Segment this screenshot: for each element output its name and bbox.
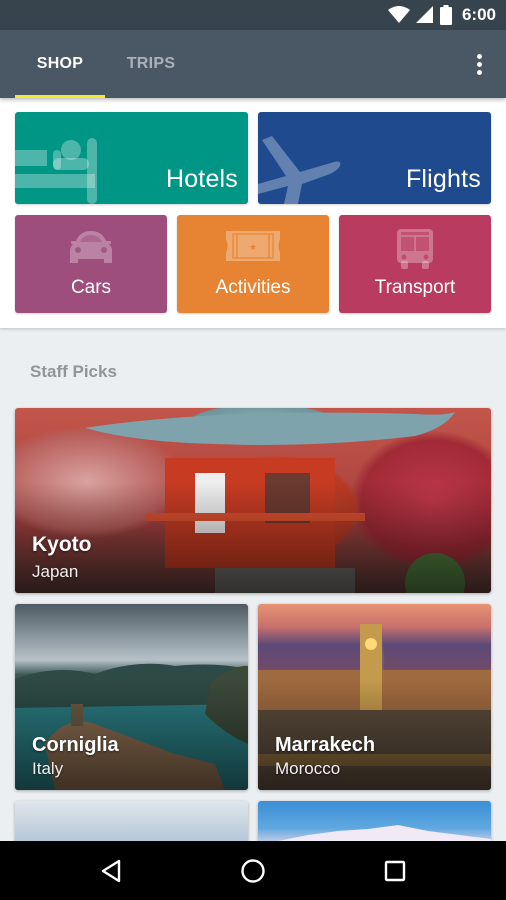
bus-icon: [397, 229, 433, 269]
ticket-icon: ★: [226, 231, 280, 261]
destination-card-corniglia[interactable]: Corniglia Italy: [15, 604, 248, 790]
card-country: Italy: [32, 759, 64, 778]
destination-card-marrakech[interactable]: Marrakech Morocco: [258, 604, 491, 790]
back-button[interactable]: [81, 851, 141, 891]
battery-icon: [439, 5, 452, 25]
bed-icon: [15, 138, 97, 204]
tab-indicator: [15, 95, 105, 98]
airplane-icon: [258, 136, 341, 204]
car-icon: [70, 231, 112, 263]
tab-trips-label: TRIPS: [126, 55, 176, 72]
tab-shop-label: SHOP: [36, 55, 84, 72]
tab-trips[interactable]: TRIPS: [105, 30, 197, 98]
card-country: Japan: [32, 562, 79, 581]
cars-label: Cars: [70, 277, 112, 298]
status-bar: 6:00: [0, 0, 506, 30]
shop-panel: Hotels Flights Cars ★ Activities Transpo…: [0, 98, 506, 328]
svg-text:★: ★: [249, 243, 257, 253]
activities-tile[interactable]: ★ Activities: [177, 215, 329, 313]
card-country: Morocco: [275, 759, 341, 778]
home-icon: [241, 859, 265, 883]
activities-label: Activities: [215, 277, 291, 298]
recents-icon: [384, 860, 406, 882]
flights-label: Flights: [405, 165, 481, 193]
flights-tile[interactable]: Flights: [258, 112, 491, 204]
transport-tile[interactable]: Transport: [339, 215, 491, 313]
more-vert-icon[interactable]: [466, 50, 492, 78]
hotels-label: Hotels: [165, 165, 238, 193]
transport-label: Transport: [374, 277, 456, 298]
card-city: Corniglia: [32, 734, 119, 756]
navigation-bar: [0, 841, 506, 900]
status-icons: 6:00: [387, 5, 496, 25]
staff-picks-title: Staff Picks: [30, 362, 117, 381]
recents-button[interactable]: [365, 851, 425, 891]
tab-shop[interactable]: SHOP: [15, 30, 105, 98]
hotels-tile[interactable]: Hotels: [15, 112, 248, 204]
home-button[interactable]: [223, 851, 283, 891]
wifi-icon: [387, 6, 410, 23]
cellular-signal-icon: [415, 6, 433, 23]
card-city: Marrakech: [275, 734, 376, 756]
card-city: Kyoto: [32, 533, 92, 556]
status-time: 6:00: [461, 5, 496, 24]
destination-card-kyoto[interactable]: Kyoto Japan: [15, 408, 491, 593]
back-icon: [101, 859, 121, 883]
app-bar: SHOP TRIPS: [0, 30, 506, 98]
cars-tile[interactable]: Cars: [15, 215, 167, 313]
